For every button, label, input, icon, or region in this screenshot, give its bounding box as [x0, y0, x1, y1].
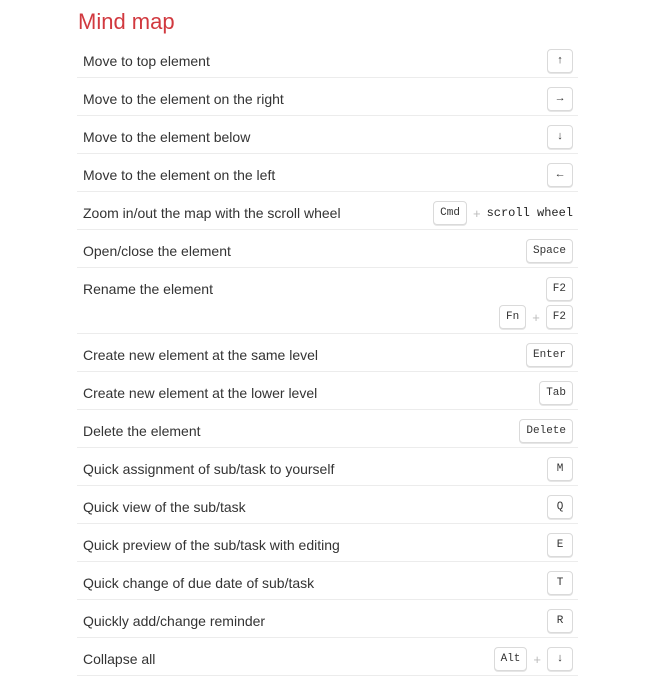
- key-combo: Alt + ↓: [493, 647, 573, 671]
- shortcut-keys: T: [547, 562, 578, 599]
- key-cap: F2: [545, 305, 573, 329]
- shortcut-row: Rename the element F2 Fn + F2: [77, 268, 578, 334]
- plus-separator: +: [533, 651, 541, 667]
- shortcut-keys: Delete: [519, 410, 578, 447]
- shortcut-row: Quick assignment of sub/task to yourself…: [77, 448, 578, 486]
- shortcut-row: Create new element at the lower level Tab: [77, 372, 578, 410]
- shortcut-label: Move to the element on the right: [83, 91, 284, 107]
- arrow-down-icon: ↓: [547, 647, 573, 671]
- shortcut-label: Rename the element: [83, 281, 213, 297]
- arrow-left-icon: ←: [547, 163, 573, 187]
- key-combo: ↓: [547, 125, 573, 149]
- shortcut-row: Quick change of due date of sub/task T: [77, 562, 578, 600]
- section-title: Mind map: [78, 9, 175, 34]
- key-cap: Tab: [539, 381, 573, 405]
- shortcut-row: Delete the element Delete: [77, 410, 578, 448]
- key-combo: ←: [547, 163, 573, 187]
- shortcut-label: Move to the element below: [83, 129, 251, 145]
- shortcut-keys: ↓: [547, 116, 578, 153]
- key-combo: T: [547, 571, 573, 595]
- key-combo: Space: [525, 239, 573, 263]
- shortcut-label: Delete the element: [83, 423, 201, 439]
- shortcut-row: Quick preview of the sub/task with editi…: [77, 524, 578, 562]
- key-cap: Enter: [525, 343, 573, 367]
- key-cap: M: [547, 457, 573, 481]
- arrow-down-icon: ↓: [547, 125, 573, 149]
- shortcut-row: Quick view of the sub/task Q: [77, 486, 578, 524]
- arrow-right-icon: →: [547, 87, 573, 111]
- shortcut-label: Create new element at the same level: [83, 347, 319, 363]
- key-cap: Fn: [499, 305, 527, 329]
- shortcut-label: Quick preview of the sub/task with editi…: [83, 537, 340, 553]
- key-combo: ↑: [547, 49, 573, 73]
- shortcut-label: Create new element at the lower level: [83, 385, 318, 401]
- shortcut-keys: ↑: [547, 40, 578, 77]
- shortcut-label: Collapse all: [83, 651, 156, 667]
- key-cap: R: [547, 609, 573, 633]
- shortcut-row: Create new element at the same level Ente…: [77, 334, 578, 372]
- key-combo: R: [547, 609, 573, 633]
- key-combo: Fn + F2: [499, 305, 573, 329]
- key-cap: E: [547, 533, 573, 557]
- shortcut-keys: Q: [547, 486, 578, 523]
- shortcut-keys: E: [547, 524, 578, 561]
- shortcut-row: Move to the element on the left ←: [77, 154, 578, 192]
- shortcut-keys: →: [547, 78, 578, 115]
- shortcut-row: Quickly add/change reminder R: [77, 600, 578, 638]
- shortcut-keys: M: [547, 448, 578, 485]
- plus-separator: +: [532, 309, 540, 325]
- shortcut-row: Collapse all Alt + ↓: [77, 638, 578, 676]
- key-cap: Alt: [493, 647, 528, 671]
- shortcut-keys: Tab: [539, 372, 578, 409]
- shortcut-row: Open/close the element Space: [77, 230, 578, 268]
- key-cap: Delete: [519, 419, 573, 443]
- key-combo: →: [547, 87, 573, 111]
- key-cap: F2: [545, 277, 573, 301]
- key-combo: Q: [547, 495, 573, 519]
- shortcut-label: Quick assignment of sub/task to yourself: [83, 461, 335, 477]
- shortcut-keys: Space: [525, 230, 578, 267]
- key-combo: M: [547, 457, 573, 481]
- shortcut-list: Move to top element ↑ Move to the element …: [77, 40, 578, 676]
- shortcut-label: Zoom in/out the map with the scroll whee…: [83, 205, 341, 221]
- shortcut-row: Move to the element below ↓: [77, 116, 578, 154]
- arrow-up-icon: ↑: [547, 49, 573, 73]
- mind-map-shortcuts-section: Mind map Move to top element ↑ Move to the…: [77, 6, 578, 676]
- key-combo: Delete: [519, 419, 573, 443]
- shortcut-keys: ←: [547, 154, 578, 191]
- key-cap: Q: [547, 495, 573, 519]
- plus-separator: +: [472, 205, 481, 221]
- key-combo: Enter: [525, 343, 573, 367]
- key-combo: F2: [545, 277, 573, 301]
- shortcut-label: Quick view of the sub/task: [83, 499, 246, 515]
- shortcut-keys: F2 Fn + F2: [499, 268, 578, 333]
- shortcut-keys: Enter: [525, 334, 578, 371]
- shortcut-keys: Cmd + scroll wheel: [433, 192, 578, 229]
- key-combo: Cmd + scroll wheel: [433, 201, 573, 225]
- key-text: scroll wheel: [486, 206, 573, 220]
- shortcut-label: Move to top element: [83, 53, 210, 69]
- key-cap: T: [547, 571, 573, 595]
- shortcut-keys: Alt + ↓: [493, 638, 578, 675]
- key-combo: Tab: [539, 381, 573, 405]
- shortcut-label: Open/close the element: [83, 243, 231, 259]
- key-combo: E: [547, 533, 573, 557]
- shortcut-row: Move to the element on the right →: [77, 78, 578, 116]
- shortcut-label: Quick change of due date of sub/task: [83, 575, 315, 591]
- key-cap: Space: [525, 239, 573, 263]
- shortcut-row: Move to top element ↑: [77, 40, 578, 78]
- key-cap: Cmd: [433, 201, 467, 225]
- shortcut-label: Move to the element on the left: [83, 167, 276, 183]
- shortcut-row: Zoom in/out the map with the scroll whee…: [77, 192, 578, 230]
- shortcut-keys: R: [547, 600, 578, 637]
- shortcut-label: Quickly add/change reminder: [83, 613, 266, 629]
